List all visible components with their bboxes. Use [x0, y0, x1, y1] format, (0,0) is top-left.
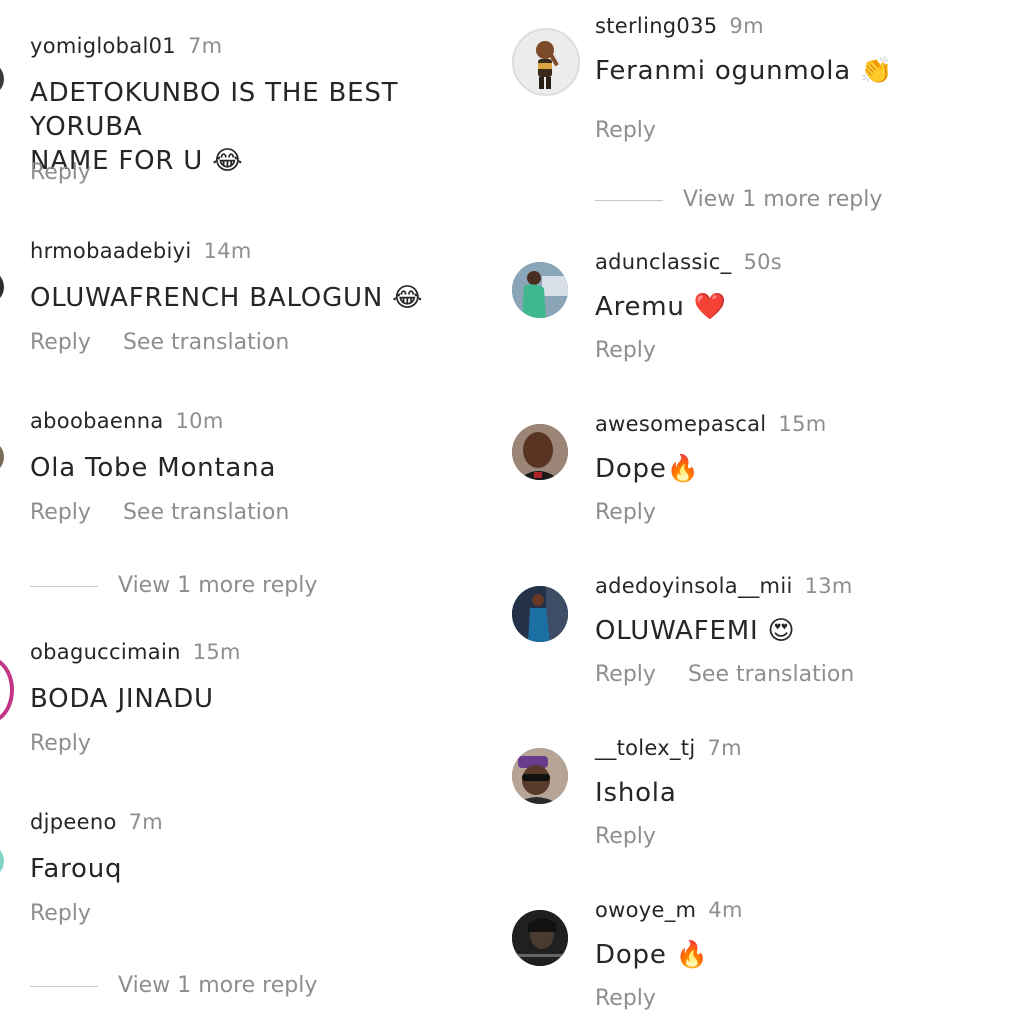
story-ring-avatar[interactable]: [0, 656, 14, 724]
reply-button[interactable]: Reply: [30, 330, 91, 355]
comment-text: Aremu ❤️: [595, 292, 727, 322]
reply-button[interactable]: Reply: [30, 160, 91, 185]
view-more-replies-button[interactable]: View 1 more reply: [30, 573, 317, 598]
reply-button[interactable]: Reply: [595, 500, 656, 525]
comment-username[interactable]: obaguccimain 15m: [30, 640, 241, 664]
avatar[interactable]: [512, 748, 568, 804]
comment-username[interactable]: owoye_m 4m: [595, 898, 743, 922]
cartoon-avatar-icon: [536, 41, 559, 89]
avatar[interactable]: [0, 844, 4, 878]
photo-avatar-icon: [512, 748, 568, 804]
comment-username[interactable]: aboobaenna 10m: [30, 409, 224, 433]
comment-username[interactable]: sterling035 9m: [595, 14, 764, 38]
reply-button[interactable]: Reply: [30, 901, 91, 926]
comment-time: 4m: [708, 898, 743, 922]
divider-line: [30, 985, 98, 987]
divider-line: [30, 585, 98, 587]
avatar[interactable]: [0, 270, 4, 304]
avatar[interactable]: [512, 424, 568, 480]
avatar[interactable]: [512, 586, 568, 642]
comment-time: 15m: [778, 412, 827, 436]
left-comment-column: yomiglobal01 7m ADETOKUNBO IS THE BEST YO…: [0, 0, 510, 1024]
reply-button[interactable]: Reply: [30, 731, 91, 756]
avatar[interactable]: [0, 440, 4, 474]
photo-avatar-icon: [512, 910, 568, 966]
comment-time: 7m: [187, 34, 223, 58]
comment-time: 7m: [128, 810, 164, 834]
comment-time: 50s: [743, 250, 783, 274]
photo-avatar-icon: [512, 262, 568, 318]
reply-button[interactable]: Reply: [30, 500, 91, 525]
see-translation-button[interactable]: See translation: [688, 662, 854, 687]
right-comment-column: sterling035 9m Feranmi ogunmola 👏 Reply V…: [510, 0, 1024, 1024]
avatar[interactable]: [512, 910, 568, 966]
comment-text: Ola Tobe Montana: [30, 453, 277, 483]
view-more-replies-button[interactable]: View 1 more reply: [30, 973, 317, 998]
comment-username[interactable]: adedoyinsola__mii 13m: [595, 574, 853, 598]
view-more-replies-button[interactable]: View 1 more reply: [595, 187, 882, 212]
comment-text: OLUWAFEMI 😍: [595, 616, 796, 646]
avatar[interactable]: [0, 62, 4, 96]
comment-text: BODA JINADU: [30, 684, 214, 714]
photo-avatar-icon: [512, 586, 568, 642]
reply-button[interactable]: Reply: [595, 118, 656, 143]
comment-text: Ishola: [595, 778, 677, 808]
comment-username[interactable]: djpeeno 7m: [30, 810, 163, 834]
reply-button[interactable]: Reply: [595, 662, 656, 687]
comment-username[interactable]: __tolex_tj 7m: [595, 736, 742, 760]
comment-time: 7m: [707, 736, 742, 760]
comment-username[interactable]: hrmobaadebiyi 14m: [30, 239, 252, 263]
comment-username[interactable]: yomiglobal01 7m: [30, 34, 222, 58]
avatar[interactable]: [512, 28, 580, 96]
comment-time: 9m: [729, 14, 764, 38]
comment-text: Farouq: [30, 854, 123, 884]
comment-text: ADETOKUNBO IS THE BEST YORUBA NAME FOR U…: [30, 78, 399, 176]
comment-time: 14m: [203, 239, 252, 263]
comment-username[interactable]: adunclassic_ 50s: [595, 250, 782, 274]
reply-button[interactable]: Reply: [595, 824, 656, 849]
divider-line: [595, 199, 663, 201]
reply-button[interactable]: Reply: [595, 986, 656, 1011]
comment-time: 10m: [175, 409, 224, 433]
comment-username[interactable]: awesomepascal 15m: [595, 412, 827, 436]
comment-text: Feranmi ogunmola 👏: [595, 56, 894, 86]
comment-text: OLUWAFRENCH BALOGUN 😂: [30, 283, 424, 313]
avatar[interactable]: [512, 262, 568, 318]
see-translation-button[interactable]: See translation: [123, 330, 289, 355]
comment-text: Dope 🔥: [595, 940, 709, 970]
comment-time: 15m: [192, 640, 241, 664]
comment-time: 13m: [804, 574, 853, 598]
photo-avatar-icon: [512, 424, 568, 480]
see-translation-button[interactable]: See translation: [123, 500, 289, 525]
reply-button[interactable]: Reply: [595, 338, 656, 363]
comment-text: Dope🔥: [595, 454, 700, 484]
